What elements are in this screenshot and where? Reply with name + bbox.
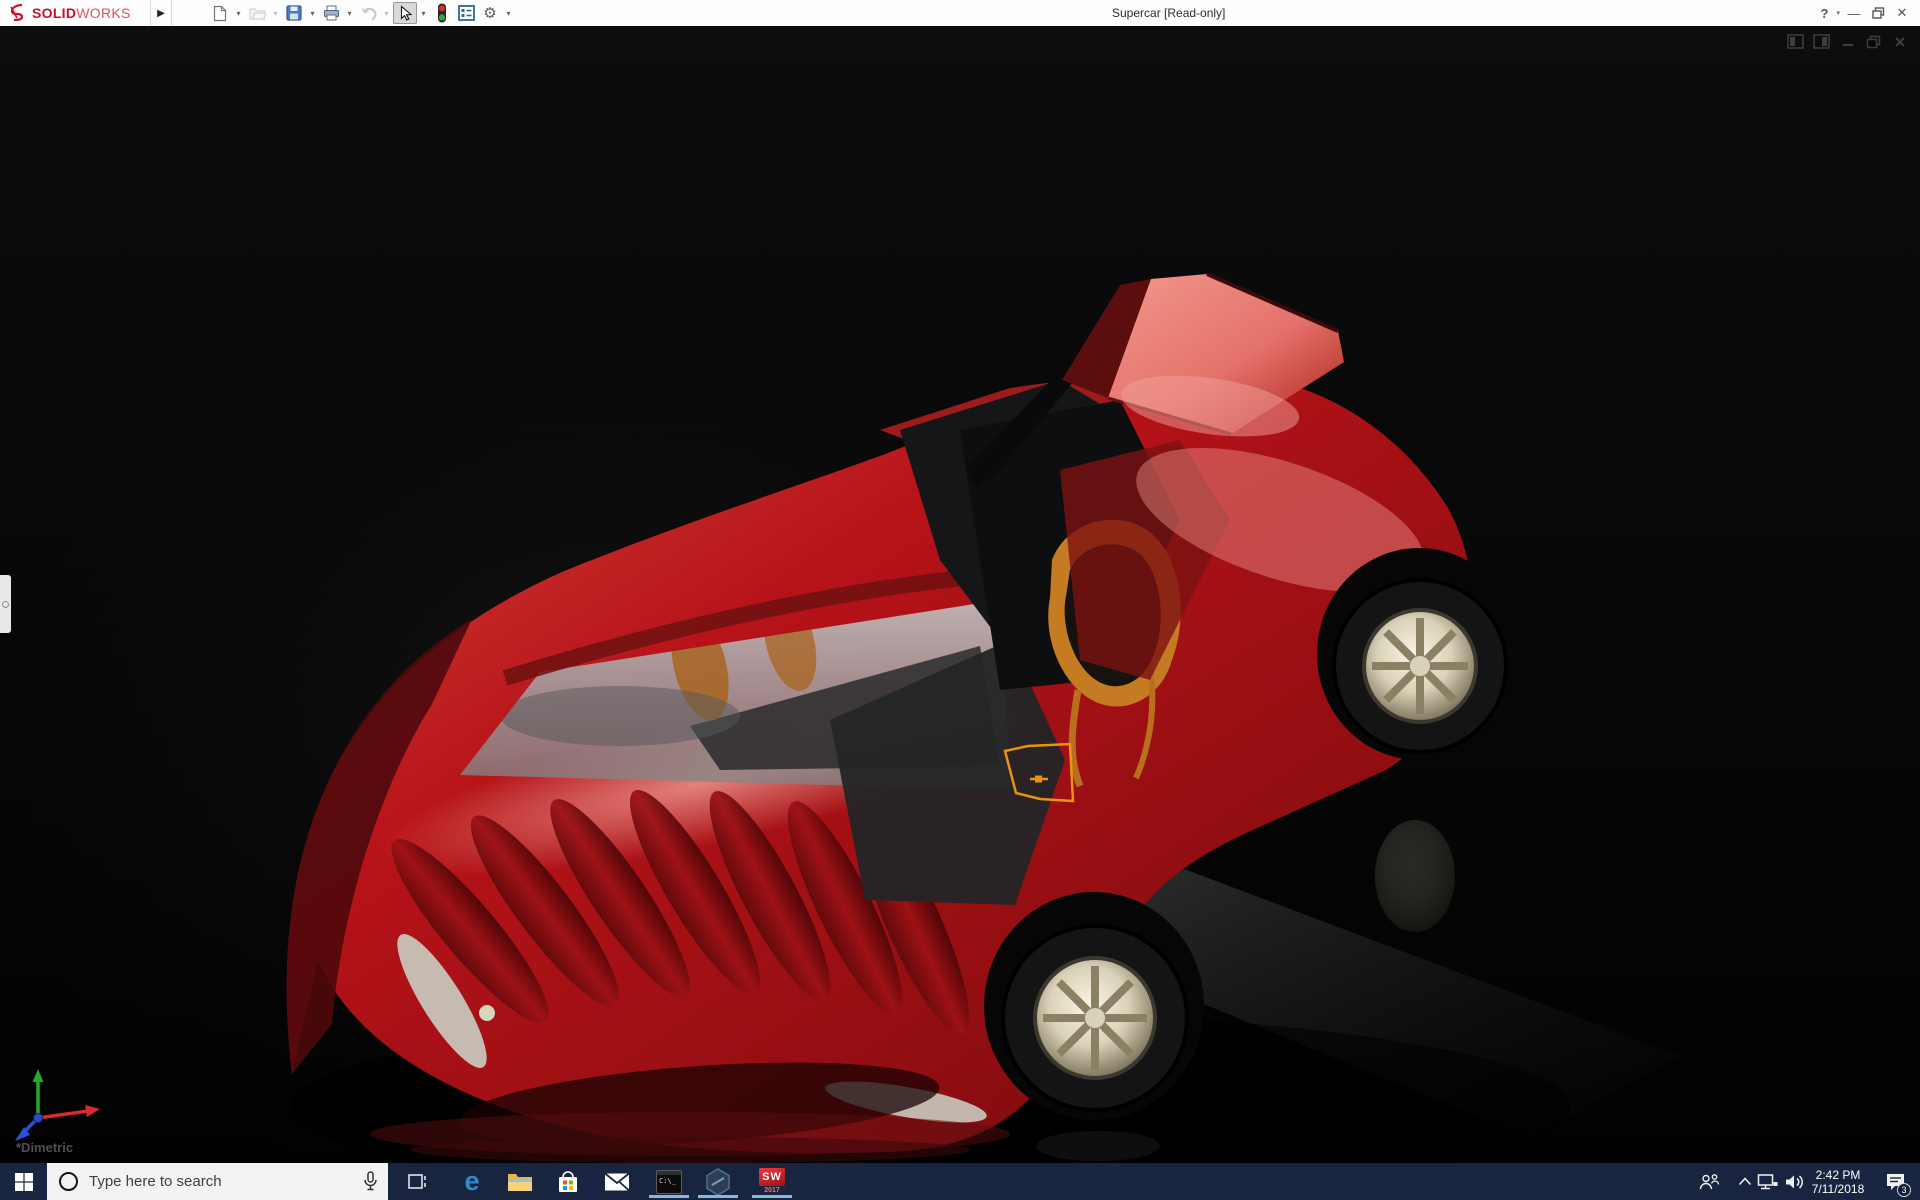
solidworks-logo: SOLIDWORKS [8,0,131,26]
select-dropdown-caret[interactable]: ▾ [417,2,430,24]
printer-icon [323,5,340,21]
list-properties-icon [458,5,475,21]
undo-button [356,2,380,24]
restore-icon [1872,7,1885,19]
command-prompt-icon: C:\_ [656,1170,682,1194]
title-bar: SOLIDWORKS ▶ ▾ ▾ ▾ [0,0,1920,26]
window-controls: ? ▾ — ✕ [1814,0,1912,26]
view-orientation-label: *Dimetric [16,1140,73,1155]
speaker-icon [1784,1173,1805,1191]
open-folder-icon [249,6,266,20]
save-dropdown-caret[interactable]: ▾ [306,2,319,24]
options-dropdown-caret[interactable]: ▾ [502,2,515,24]
options-button[interactable]: ⚙ [478,2,502,24]
task-view-icon [408,1173,428,1191]
rear-wheel [1317,548,1521,760]
display-states-button[interactable] [430,2,454,24]
minimize-button[interactable]: — [1844,0,1864,26]
tray-date: 7/11/2018 [1812,1182,1865,1196]
solidworks-swoosh-icon [8,4,28,22]
close-button[interactable]: ✕ [1892,0,1912,26]
print-dropdown-caret[interactable]: ▾ [343,2,356,24]
undo-arrow-icon [360,6,377,21]
microsoft-store-icon [556,1170,580,1194]
select-tool-button[interactable] [393,2,417,24]
file-explorer-icon [507,1171,533,1193]
triad-y-axis [33,1069,44,1118]
print-button[interactable] [319,2,343,24]
microphone-icon[interactable] [363,1171,378,1192]
help-button[interactable]: ? [1814,0,1834,26]
hexagon-app-icon [705,1168,731,1196]
ethernet-network-icon [1757,1173,1778,1191]
graphics-viewport[interactable]: *Dimetric [0,26,1920,1163]
start-button[interactable] [0,1163,47,1200]
traffic-light-icon [437,3,447,23]
tray-time: 2:42 PM [1816,1168,1861,1182]
select-cursor-icon [399,5,412,21]
notification-badge: 3 [1897,1183,1911,1197]
new-document-icon [213,5,227,22]
open-document-button [245,2,269,24]
search-input[interactable] [89,1173,319,1190]
front-wheel [984,892,1204,1120]
running-indicator-edrawings [698,1195,738,1198]
tray-people-button[interactable] [1694,1163,1724,1200]
triad-x-axis [38,1105,100,1118]
taskbar-mail-button[interactable] [595,1163,639,1200]
gear-icon: ⚙ [483,6,496,21]
new-document-button[interactable] [208,2,232,24]
menu-flyout-button[interactable]: ▶ [150,0,172,26]
task-view-button[interactable] [398,1163,438,1200]
open-dropdown-caret: ▾ [269,2,282,24]
chevron-up-icon [1738,1177,1752,1186]
save-floppy-icon [286,5,302,21]
taskbar-edge-button[interactable]: e [450,1163,494,1200]
supercar-3d-model[interactable] [0,26,1920,1163]
solidworks-app-icon: SW 2017 [757,1168,787,1196]
taskbar-file-explorer-button[interactable] [498,1163,542,1200]
save-button[interactable] [282,2,306,24]
taskbar-store-button[interactable] [546,1163,590,1200]
undo-dropdown-caret: ▾ [380,2,393,24]
tray-volume-button[interactable] [1779,1163,1809,1200]
running-indicator-solidworks [752,1195,792,1198]
restore-button[interactable] [1868,0,1888,26]
new-dropdown-caret[interactable]: ▾ [232,2,245,24]
action-center-button[interactable]: 3 [1878,1163,1912,1200]
cortana-icon [59,1172,78,1191]
mail-icon [604,1172,630,1192]
help-dropdown-caret[interactable]: ▾ [1836,9,1840,17]
evaluate-panel-button[interactable] [454,2,478,24]
document-title: Supercar [Read-only] [1112,6,1225,20]
quick-toolbar: ▾ ▾ ▾ ▾ [208,1,515,25]
people-icon [1698,1173,1720,1191]
tray-network-button[interactable] [1753,1163,1781,1200]
windows-taskbar: e C:\_ [0,1163,1920,1200]
taskbar-search[interactable] [47,1163,388,1200]
tray-clock[interactable]: 2:42 PM 7/11/2018 [1806,1163,1870,1200]
windows-logo-icon [15,1173,33,1191]
brand-wordmark: SOLIDWORKS [32,5,131,21]
edge-icon: e [464,1168,479,1195]
running-indicator-cmd [649,1195,689,1198]
